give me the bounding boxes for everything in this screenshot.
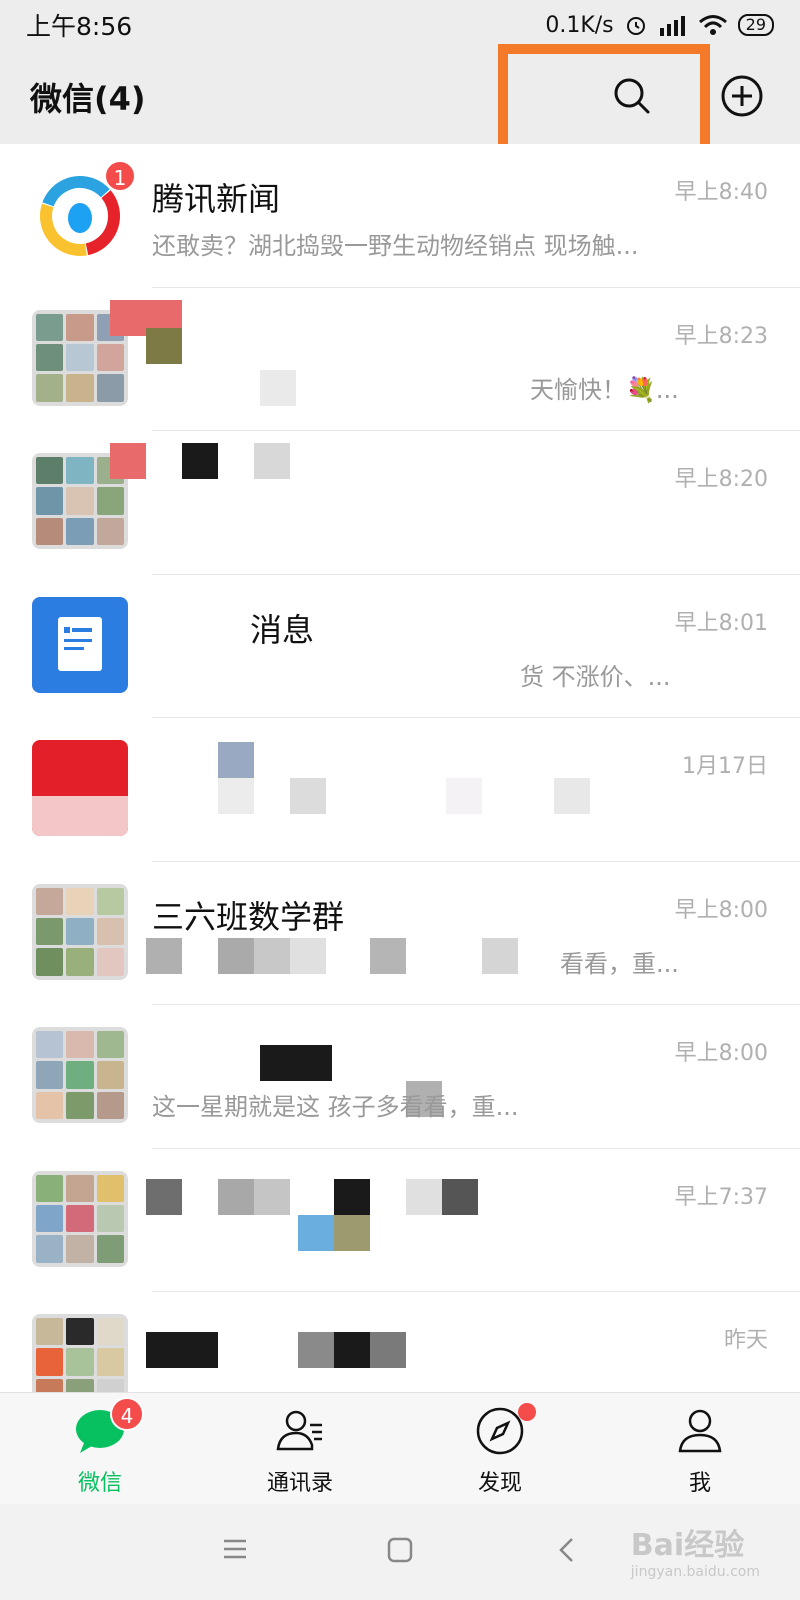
status-time: 上午8:56	[26, 12, 133, 41]
blurred-region	[182, 443, 218, 479]
chat-name: 腾讯新闻	[152, 180, 281, 218]
chat-preview: 货 不涨价、...	[520, 662, 671, 691]
chat-row[interactable]: 昨天	[0, 1292, 800, 1392]
blurred-region	[218, 742, 254, 778]
blurred-region	[218, 778, 254, 814]
chat-time: 早上7:37	[674, 1184, 768, 1210]
chat-time: 早上8:23	[674, 323, 768, 349]
blurred-region	[446, 778, 482, 814]
chat-row[interactable]: 三六班数学群 看看，重... 早上8:00	[0, 862, 800, 1006]
tab-label: 我	[688, 1471, 711, 1496]
blurred-region	[334, 1178, 370, 1215]
blurred-region	[334, 1332, 370, 1368]
chat-time: 早上8:01	[674, 610, 768, 636]
blurred-region	[146, 327, 182, 364]
blurred-region	[290, 937, 326, 974]
watermark-brand: Bai经验	[630, 1528, 745, 1563]
blurred-region	[254, 1178, 290, 1215]
blurred-region	[406, 1178, 442, 1215]
blurred-region	[290, 778, 326, 814]
chat-row[interactable]: 天愉快！💐... 早上8:23	[0, 288, 800, 432]
blurred-region	[442, 1178, 478, 1215]
chat-time: 早上8:40	[674, 180, 768, 205]
blurred-region	[110, 443, 146, 479]
search-icon[interactable]	[610, 74, 654, 118]
menu-icon[interactable]	[222, 1536, 248, 1562]
chat-time: 早上8:00	[674, 1041, 768, 1066]
blurred-region	[554, 778, 590, 814]
chat-name: 消息	[250, 610, 315, 649]
system-nav-bar: Bai经验 jingyan.baidu.com	[0, 1504, 800, 1600]
chat-row[interactable]: 1 腾讯新闻 还敢卖？湖北捣毁一野生动物经销点 现场触... 早上8:40	[0, 144, 800, 288]
watermark-url: jingyan.baidu.com	[630, 1564, 760, 1580]
tab-me[interactable]: 我	[600, 1393, 800, 1505]
battery-indicator: 29	[737, 14, 774, 36]
contacts-icon	[276, 1410, 322, 1451]
blurred-region	[146, 937, 182, 974]
top-app-bar: 微信(4)	[0, 44, 800, 176]
group-avatar	[32, 883, 128, 980]
tab-chats[interactable]: 4 微信	[0, 1393, 200, 1505]
page-title: 微信(4)	[30, 80, 146, 118]
blurred-region	[218, 937, 254, 974]
add-plus-icon[interactable]	[720, 74, 764, 118]
chat-list[interactable]: 1 腾讯新闻 还敢卖？湖北捣毁一野生动物经销点 现场触... 早上8:40 天愉…	[0, 144, 800, 1392]
status-right: 0.1K/s 29	[545, 13, 774, 38]
blurred-region	[482, 937, 518, 974]
avatar	[32, 596, 128, 693]
blurred-region	[334, 1214, 370, 1251]
chat-row[interactable]: 这一星期就是这 孩子多看看，重... 早上8:00	[0, 1005, 800, 1149]
home-icon[interactable]	[386, 1536, 414, 1564]
tab-label: 通讯录	[266, 1471, 333, 1496]
group-avatar	[32, 1170, 128, 1267]
blurred-region	[260, 1045, 332, 1081]
chat-time: 早上8:00	[674, 897, 768, 923]
chat-row[interactable]: 早上8:20	[0, 431, 800, 575]
watermark: Bai经验 jingyan.baidu.com	[631, 1520, 760, 1580]
tab-discover[interactable]: 发现	[400, 1393, 600, 1505]
chat-preview: 天愉快！💐...	[530, 375, 679, 404]
tab-unread-badge: 4	[110, 1397, 144, 1431]
new-dot	[518, 1403, 536, 1421]
bottom-tab-bar: 4 微信 通讯录 发现 我	[0, 1392, 800, 1505]
blurred-region	[298, 1214, 334, 1251]
chat-preview: 看看，重...	[560, 949, 679, 978]
status-bar: 上午8:56 0.1K/s 29	[0, 0, 800, 50]
tab-label: 微信	[77, 1471, 122, 1496]
chat-time: 早上8:20	[674, 467, 768, 492]
signal-icon	[659, 16, 685, 36]
blurred-region	[298, 1332, 334, 1368]
chat-row[interactable]: 消息 货 不涨价、... 早上8:01	[0, 575, 800, 719]
chat-preview: 还敢卖？湖北捣毁一野生动物经销点 现场触...	[152, 232, 639, 260]
person-icon	[678, 1409, 722, 1453]
network-speed: 0.1K/s	[545, 12, 614, 38]
group-avatar	[32, 1027, 128, 1123]
group-avatar	[32, 1314, 128, 1392]
chat-name: 三六班数学群	[152, 897, 345, 936]
blurred-region	[218, 1178, 254, 1215]
blurred-region	[146, 1332, 218, 1368]
unread-badge: 1	[104, 160, 136, 192]
chat-time: 1月17日	[682, 754, 768, 779]
avatar	[32, 740, 128, 836]
chat-time: 昨天	[723, 1328, 768, 1353]
chat-row[interactable]: 早上7:37	[0, 1149, 800, 1293]
tab-label: 发现	[477, 1471, 522, 1496]
blurred-region	[254, 443, 290, 479]
chat-preview: 这一星期就是这 孩子多看看，重...	[152, 1093, 519, 1121]
chat-row[interactable]: 1月17日	[0, 718, 800, 862]
alarm-icon	[626, 17, 645, 35]
blurred-region	[370, 937, 406, 974]
wifi-icon	[698, 15, 727, 35]
blurred-region	[254, 937, 290, 974]
blurred-region	[370, 1332, 406, 1368]
back-icon[interactable]	[556, 1536, 578, 1564]
tab-contacts[interactable]: 通讯录	[200, 1393, 400, 1505]
blurred-region	[146, 1178, 182, 1215]
blurred-region	[260, 369, 296, 406]
